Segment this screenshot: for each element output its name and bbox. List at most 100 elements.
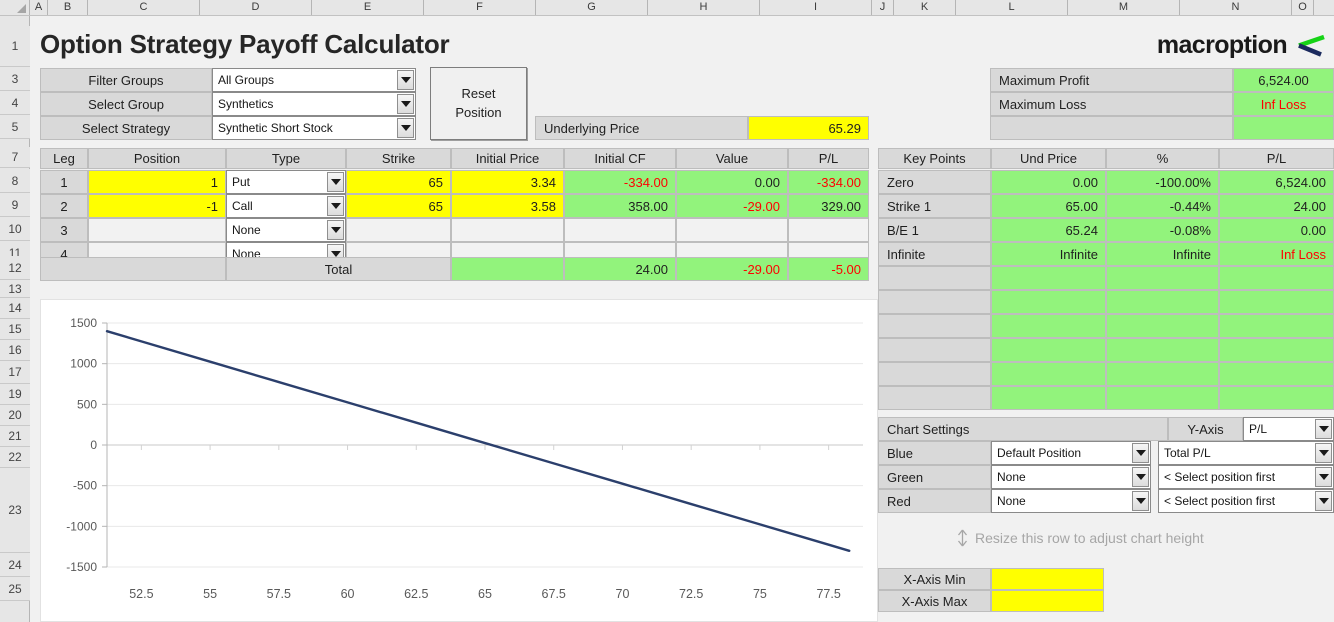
chevron-down-icon[interactable] [397,94,414,114]
select-group-dropdown[interactable]: Synthetics [212,92,416,116]
leg-number-2: 2 [40,194,88,218]
leg-initial-price-input-1[interactable]: 3.34 [451,170,564,194]
row-header-9[interactable]: 9 [0,193,30,217]
leg-strike-input-1[interactable]: 65 [346,170,451,194]
chevron-down-icon[interactable] [1315,467,1332,487]
chevron-down-icon[interactable] [1315,419,1332,439]
chevron-down-icon[interactable] [1315,491,1332,511]
leg-initial-price-input-2[interactable]: 3.58 [451,194,564,218]
column-header-f[interactable]: F [424,0,536,15]
leg-type-dropdown-1[interactable]: Put [226,170,346,194]
column-header-d[interactable]: D [200,0,312,15]
row-header-19[interactable]: 19 [0,384,30,405]
key-point-pl-9 [1219,386,1334,410]
column-header-e[interactable]: E [312,0,424,15]
row-header-7[interactable]: 7 [0,147,30,168]
column-header-c[interactable]: C [88,0,200,15]
leg-position-input-1[interactable]: 1 [88,170,226,194]
key-point-pct-9 [1106,386,1219,410]
column-header-k[interactable]: K [894,0,956,15]
chart-series-dropdown-red[interactable]: < Select position first [1158,489,1334,513]
leg-position-input-3[interactable] [88,218,226,242]
column-header-h[interactable]: H [648,0,760,15]
x-axis-max-input[interactable] [991,590,1104,612]
row-header-13[interactable]: 13 [0,280,30,298]
underlying-price-label: Underlying Price [535,116,748,140]
leg-position-input-2[interactable]: -1 [88,194,226,218]
row-header-16[interactable]: 16 [0,340,30,361]
row-header-8[interactable]: 8 [0,169,30,193]
row-header-17[interactable]: 17 [0,361,30,384]
select-all-corner[interactable] [0,0,30,15]
chevron-down-icon[interactable] [397,118,414,138]
row-header-10[interactable]: 10 [0,217,30,241]
key-point-pl-4 [1219,266,1334,290]
row-header-25[interactable]: 25 [0,577,30,601]
x-axis-min-input[interactable] [991,568,1104,590]
leg-pl-2: 329.00 [788,194,869,218]
svg-text:70: 70 [616,587,630,601]
column-header-l[interactable]: L [956,0,1068,15]
leg-strike-input-2[interactable]: 65 [346,194,451,218]
resize-row-hint: Resize this row to adjust chart height [956,529,1204,547]
column-header-m[interactable]: M [1068,0,1180,15]
chevron-down-icon[interactable] [327,196,344,216]
chart-position-dropdown-green[interactable]: None [991,465,1151,489]
chart-series-label-green: Green [878,465,991,489]
chart-series-dropdown-green[interactable]: < Select position first [1158,465,1334,489]
row-header-4[interactable]: 4 [0,91,30,115]
svg-text:62.5: 62.5 [404,587,428,601]
summary-spacer-label [990,116,1233,140]
key-point-und-price-4 [991,266,1106,290]
key-point-name-8 [878,362,991,386]
row-header-23[interactable]: 23 [0,468,30,553]
row-header-12[interactable]: 12 [0,256,30,280]
filter-groups-dropdown[interactable]: All Groups [212,68,416,92]
row-header-14[interactable]: 14 [0,298,30,319]
row-header-21[interactable]: 21 [0,426,30,447]
underlying-price-input[interactable]: 65.29 [748,116,869,140]
row-header-3[interactable]: 3 [0,67,30,91]
row-header-1[interactable]: 1 [0,26,30,67]
chevron-down-icon[interactable] [327,172,344,192]
column-header-n[interactable]: N [1180,0,1292,15]
svg-text:1500: 1500 [70,316,97,330]
chart-position-dropdown-blue[interactable]: Default Position [991,441,1151,465]
chart-position-dropdown-red[interactable]: None [991,489,1151,513]
chart-series-label-red: Red [878,489,991,513]
reset-position-button[interactable]: Reset Position [430,67,527,140]
column-header-j[interactable]: J [872,0,894,15]
leg-type-dropdown-2[interactable]: Call [226,194,346,218]
svg-text:55: 55 [203,587,217,601]
chart-series-dropdown-blue[interactable]: Total P/L [1158,441,1334,465]
key-point-pl-5 [1219,290,1334,314]
chevron-down-icon[interactable] [327,220,344,240]
row-header-22[interactable]: 22 [0,447,30,468]
chart-settings-title: Chart Settings [878,417,1168,441]
row-header-20[interactable]: 20 [0,405,30,426]
chevron-down-icon[interactable] [397,70,414,90]
select-group-label: Select Group [40,92,212,116]
chevron-down-icon[interactable] [1132,491,1149,511]
row-header-15[interactable]: 15 [0,319,30,340]
page-title: Option Strategy Payoff Calculator [40,29,450,59]
chevron-down-icon[interactable] [1132,467,1149,487]
row-header-24[interactable]: 24 [0,553,30,577]
column-header-b[interactable]: B [48,0,88,15]
column-header-a[interactable]: A [30,0,48,15]
legs-header-pl: P/L [788,148,869,169]
select-strategy-dropdown[interactable]: Synthetic Short Stock [212,116,416,140]
y-axis-dropdown[interactable]: P/L [1243,417,1334,441]
svg-text:77.5: 77.5 [816,587,840,601]
chart-series-dropdown-blue-value: Total P/L [1164,446,1211,460]
row-header-5[interactable]: 5 [0,115,30,139]
column-header-g[interactable]: G [536,0,648,15]
leg-initial-price-input-3[interactable] [451,218,564,242]
leg-strike-input-3[interactable] [346,218,451,242]
chevron-down-icon[interactable] [1132,443,1149,463]
chevron-down-icon[interactable] [1315,443,1332,463]
column-header-i[interactable]: I [760,0,872,15]
column-header-o[interactable]: O [1292,0,1314,15]
key-point-und-price-0: 0.00 [991,170,1106,194]
leg-type-dropdown-3[interactable]: None [226,218,346,242]
